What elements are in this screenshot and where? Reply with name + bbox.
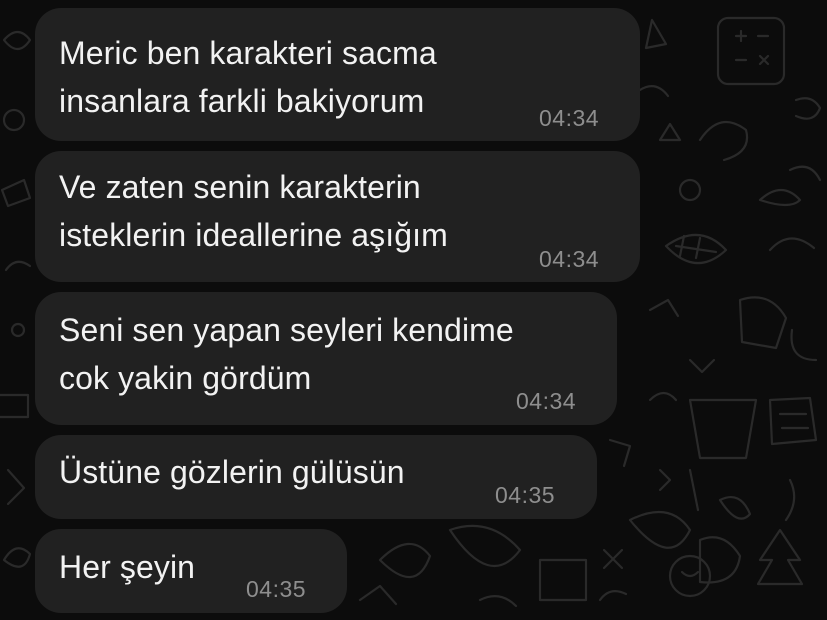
message-text: Ve zaten senin karakterin isteklerin ide… (59, 169, 448, 253)
message-bubble[interactable]: Meric ben karakteri sacma insanlara fark… (35, 8, 640, 141)
message-timestamp: 04:34 (539, 105, 600, 131)
message-text: Her şeyin (59, 549, 196, 585)
message-text: Meric ben karakteri sacma insanlara fark… (59, 35, 437, 119)
chat-view: Meric ben karakteri sacma insanlara fark… (0, 0, 827, 620)
message-text: Üstüne gözlerin gülüsün (59, 454, 405, 490)
message-bubble[interactable]: Üstüne gözlerin gülüsün 04:35 (35, 435, 597, 519)
message-timestamp: 04:34 (516, 388, 577, 414)
message-timestamp: 04:35 (495, 482, 556, 508)
message-bubble[interactable]: Seni sen yapan seyleri kendime cok yakin… (35, 292, 617, 425)
message-text: Seni sen yapan seyleri kendime cok yakin… (59, 312, 514, 396)
message-bubble[interactable]: Ve zaten senin karakterin isteklerin ide… (35, 151, 640, 282)
message-timestamp: 04:35 (246, 576, 307, 602)
message-bubble[interactable]: Her şeyin 04:35 (35, 529, 347, 613)
message-timestamp: 04:34 (539, 246, 600, 272)
